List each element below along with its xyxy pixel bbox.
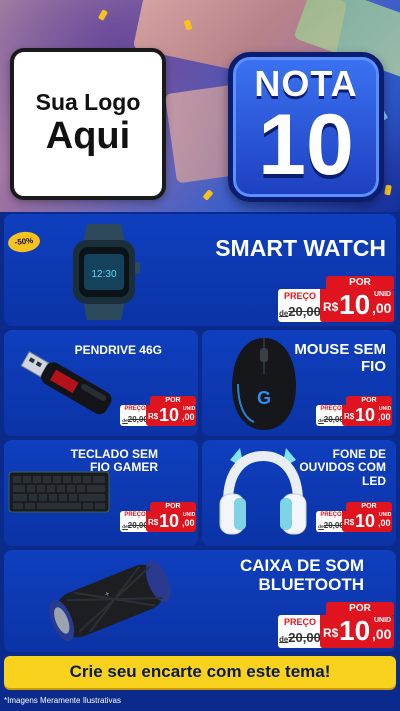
por-label: POR: [150, 502, 196, 511]
price-tag: POR PREÇO de20,00 R$ 10 UNID ,00: [278, 602, 394, 648]
current-price: R$ 10 UNID ,00: [342, 405, 392, 426]
product-card-mouse[interactable]: G MOUSE SEM FIO POR PREÇO de20,00 R$ 10 …: [202, 330, 396, 436]
por-label: POR: [346, 396, 392, 405]
por-label: POR: [326, 602, 394, 615]
price-cents: ,00: [378, 518, 391, 528]
logo-text-line1: Sua Logo: [35, 89, 141, 116]
keyboard-image: [8, 471, 110, 513]
price-tag: POR PREÇO de20,00 R$ 10 UNID ,00: [278, 276, 394, 322]
unit-label: UNID: [374, 617, 392, 624]
price-integer: 10: [159, 511, 180, 531]
price-cents: ,00: [378, 412, 391, 422]
por-label: POR: [346, 502, 392, 511]
confetti: [97, 9, 109, 21]
unit-label: UNID: [374, 291, 392, 298]
por-label: POR: [150, 396, 196, 405]
product-card-smart-watch[interactable]: 12:30 SMART WATCH POR PREÇO de20,00 R$ 1…: [4, 214, 396, 326]
product-name: TECLADO SEM FIO GAMER: [70, 447, 158, 475]
current-price: R$ 10 UNID ,00: [342, 511, 392, 532]
preco-label: PREÇO: [283, 291, 316, 301]
product-name: CAIXA DE SOM BLUETOOTH: [239, 556, 364, 595]
svg-text:G: G: [257, 388, 271, 408]
price-integer: 10: [339, 289, 371, 320]
old-price-box: PREÇO de20,00: [278, 615, 322, 648]
product-card-keyboard[interactable]: TECLADO SEM FIO GAMER POR PREÇO de20,00 …: [4, 440, 198, 546]
price-tag: POR PREÇO de20,00 R$ 10 UNID ,00: [120, 396, 196, 426]
product-card-pendrive[interactable]: PENDRIVE 46G POR PREÇO de20,00 R$ 10 UNI…: [4, 330, 198, 436]
current-price: R$ 10 UNID ,00: [146, 511, 196, 532]
logo-text-line2: Aqui: [45, 114, 131, 157]
svg-text:12:30: 12:30: [91, 269, 116, 280]
current-price: R$ 10 UNID ,00: [320, 289, 394, 322]
currency-symbol: R$: [323, 626, 339, 640]
badge-number: 10: [258, 97, 354, 193]
price-tag: POR PREÇO de20,00 R$ 10 UNID ,00: [120, 502, 196, 532]
price-integer: 10: [355, 511, 376, 531]
speaker-image: +: [49, 560, 171, 642]
por-label: POR: [326, 276, 394, 289]
confetti: [202, 189, 214, 201]
price-tag: POR PREÇO de20,00 R$ 10 UNID ,00: [316, 396, 392, 426]
old-price-box: PREÇO de20,00: [278, 289, 322, 322]
preco-label: PREÇO: [283, 617, 316, 627]
nota-10-badge: NOTA 10: [228, 52, 384, 202]
price-integer: 10: [339, 615, 371, 646]
confetti: [384, 184, 392, 196]
currency-symbol: R$: [148, 412, 159, 421]
current-price: R$ 10 UNID ,00: [320, 615, 394, 648]
product-name: SMART WATCH: [215, 235, 386, 261]
price-cents: ,00: [182, 412, 195, 422]
product-name: PENDRIVE 46G: [74, 343, 162, 357]
price-cents: ,00: [372, 300, 392, 316]
cta-banner[interactable]: Crie seu encarte com este tema!: [4, 656, 396, 688]
product-name: FONE DE OUVIDOS COM LED: [299, 447, 386, 488]
price-cents: ,00: [182, 518, 195, 528]
currency-symbol: R$: [344, 412, 355, 421]
price-tag: POR PREÇO de20,00 R$ 10 UNID ,00: [316, 502, 392, 532]
product-name: MOUSE SEM FIO: [294, 341, 386, 375]
price-integer: 10: [355, 405, 376, 425]
price-cents: ,00: [372, 626, 392, 642]
current-price: R$ 10 UNID ,00: [146, 405, 196, 426]
logo-placeholder[interactable]: Sua Logo Aqui: [10, 48, 166, 200]
currency-symbol: R$: [148, 518, 159, 527]
smart-watch-image: 12:30: [73, 224, 140, 320]
product-card-speaker[interactable]: + CAIXA DE SOM BLUETOOTH POR PREÇO de20,…: [4, 550, 396, 652]
old-price: de20,00: [279, 630, 321, 645]
disclaimer-text: *Imagens Meramente Ilustrativas: [4, 696, 121, 705]
old-price: de20,00: [279, 304, 321, 319]
currency-symbol: R$: [344, 518, 355, 527]
currency-symbol: R$: [323, 300, 339, 314]
product-card-headphones[interactable]: FONE DE OUVIDOS COM LED POR PREÇO de20,0…: [202, 440, 396, 546]
price-integer: 10: [159, 405, 180, 425]
